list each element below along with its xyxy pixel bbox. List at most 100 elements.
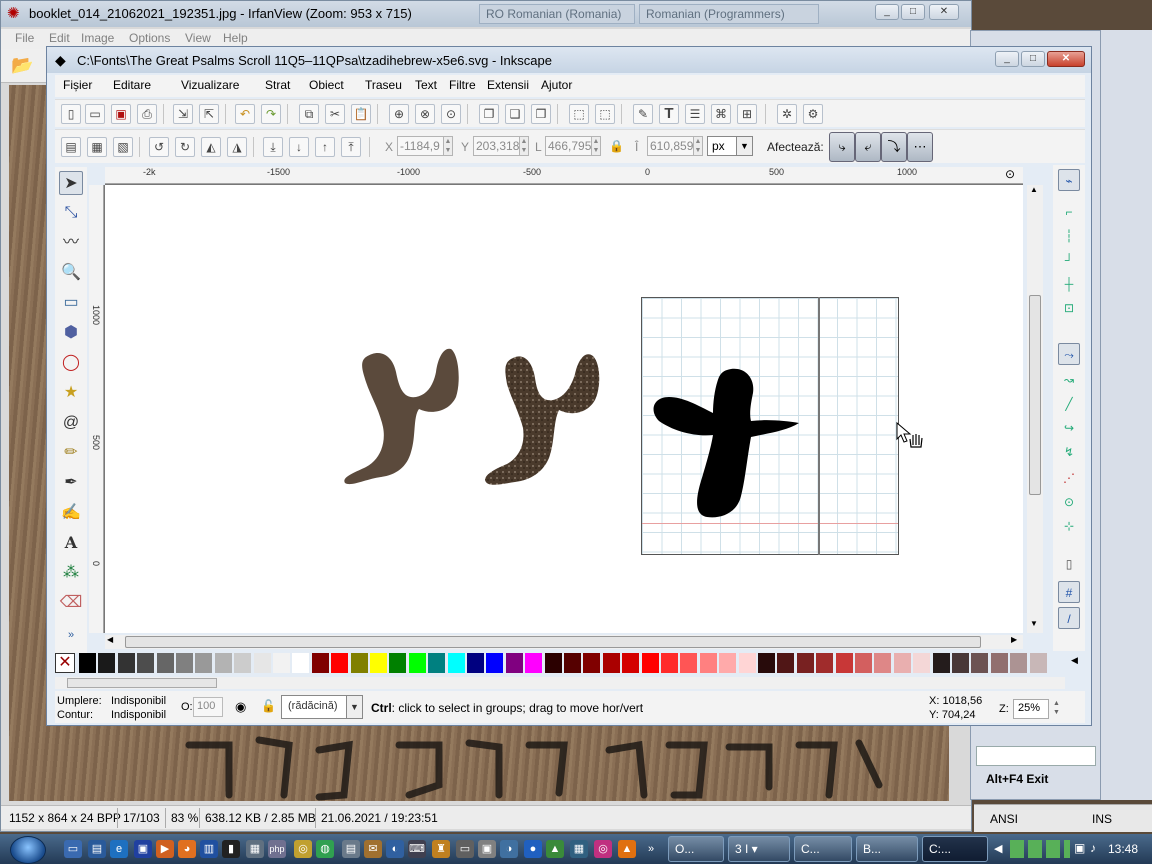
select-all-layers-icon[interactable]: ▦: [87, 137, 107, 157]
text-tool-icon[interactable]: A: [59, 531, 83, 555]
snap-bbox-midpoint-icon[interactable]: ┼: [1058, 273, 1080, 295]
snap-guides-icon[interactable]: /: [1058, 607, 1080, 629]
ungroup-icon[interactable]: ⬚: [595, 104, 615, 124]
print-icon[interactable]: ⎙: [137, 104, 157, 124]
php-icon[interactable]: php: [268, 840, 286, 858]
color-swatch[interactable]: [641, 653, 659, 673]
zoom-page-icon[interactable]: ⊙: [441, 104, 461, 124]
ellipse-tool-icon[interactable]: ◯: [59, 351, 83, 375]
color-swatch[interactable]: [738, 653, 756, 673]
snap-bbox-corner-icon[interactable]: ┘: [1058, 249, 1080, 271]
color-swatch[interactable]: [544, 653, 562, 673]
import-icon[interactable]: ⇲: [173, 104, 193, 124]
color-swatch[interactable]: [758, 653, 775, 673]
language-indicator[interactable]: RO Romanian (Romania): [479, 4, 635, 24]
save-icon[interactable]: ▣: [111, 104, 131, 124]
app-icon[interactable]: ✉: [364, 840, 382, 858]
xml-editor-icon[interactable]: ⌘: [711, 104, 731, 124]
taskbar-button-inkscape[interactable]: C:...: [922, 836, 988, 862]
color-swatch[interactable]: [1010, 653, 1028, 673]
width-input[interactable]: 466,795: [545, 136, 593, 156]
tray-icons[interactable]: [1010, 840, 1070, 858]
app-icon[interactable]: ▥: [200, 840, 218, 858]
app-icon[interactable]: ▦: [570, 840, 588, 858]
cut-icon[interactable]: ✂: [325, 104, 345, 124]
minimize-button[interactable]: _: [875, 4, 899, 20]
tweak-tool-icon[interactable]: 〰: [59, 231, 83, 255]
redo-icon[interactable]: ↷: [261, 104, 281, 124]
undo-icon[interactable]: ↶: [235, 104, 255, 124]
drawing-canvas[interactable]: [105, 185, 1023, 633]
color-swatch[interactable]: [117, 653, 135, 673]
eraser-tool-icon[interactable]: ⌫: [59, 591, 83, 615]
tzadi-glyph-shape[interactable]: [341, 347, 471, 503]
palette-menu-icon[interactable]: ◀: [1071, 655, 1078, 666]
app-icon[interactable]: ♜: [432, 840, 450, 858]
menu-vizualizare[interactable]: Vizualizare: [181, 78, 239, 92]
color-swatch[interactable]: [292, 653, 310, 673]
color-swatch[interactable]: [467, 653, 484, 673]
menu-editare[interactable]: Editare: [113, 78, 151, 92]
snap-line-midpoints-icon[interactable]: ⋰: [1058, 467, 1080, 489]
palette-scrollbar[interactable]: [55, 677, 1065, 689]
snap-nodes-icon[interactable]: ⤳: [1058, 343, 1080, 365]
scroll-right-icon[interactable]: ▶: [1011, 635, 1017, 644]
color-swatch[interactable]: [796, 653, 814, 673]
zoom-drawing-icon[interactable]: ⊗: [415, 104, 435, 124]
tray-expand-icon[interactable]: ◀: [994, 842, 1002, 855]
rectangle-tool-icon[interactable]: ▭: [59, 291, 83, 315]
snap-paths-icon[interactable]: ↝: [1058, 369, 1080, 391]
color-swatch[interactable]: [855, 653, 872, 673]
color-swatch[interactable]: [428, 653, 446, 673]
color-swatch[interactable]: [525, 653, 543, 673]
color-swatch[interactable]: [699, 653, 717, 673]
app-icon[interactable]: ●: [524, 840, 542, 858]
color-swatch[interactable]: [505, 653, 523, 673]
height-spinner[interactable]: ▲ ▼: [693, 136, 703, 156]
background-dropdown[interactable]: [976, 746, 1096, 766]
keyboard-layout-indicator[interactable]: Romanian (Programmers): [639, 4, 819, 24]
inkscape-title-bar[interactable]: ◆ C:\Fonts\The Great Psalms Scroll 11Q5–…: [47, 47, 1091, 73]
layers-icon[interactable]: ☰: [685, 104, 705, 124]
snap-object-centers-icon[interactable]: ⊙: [1058, 491, 1080, 513]
color-swatch[interactable]: [661, 653, 678, 673]
app-icon[interactable]: ◑: [500, 840, 518, 858]
calligraphy-tool-icon[interactable]: ✍: [59, 501, 83, 525]
color-swatch[interactable]: [932, 653, 950, 673]
more-tools-icon[interactable]: »: [59, 623, 83, 647]
color-swatch[interactable]: [952, 653, 969, 673]
raise-to-top-icon[interactable]: ⤒: [341, 137, 361, 157]
snap-bbox-icon[interactable]: ⌐: [1058, 201, 1080, 223]
current-layer-select[interactable]: (rădăcină) ▼: [281, 695, 363, 719]
taskbar-button-notepad[interactable]: C...: [794, 836, 852, 862]
deselect-icon[interactable]: ▧: [113, 137, 133, 157]
show-desktop-icon[interactable]: ▭: [64, 840, 82, 858]
star-tool-icon[interactable]: ★: [59, 381, 83, 405]
menu-ajutor[interactable]: Ajutor: [541, 78, 572, 92]
snap-enable-icon[interactable]: ⌁: [1058, 169, 1080, 191]
color-swatch[interactable]: [273, 653, 290, 673]
menu-help[interactable]: Help: [223, 31, 248, 45]
clone-icon[interactable]: ❑: [505, 104, 525, 124]
taskbar-button[interactable]: O...: [668, 836, 724, 862]
zoom-ruler-icon[interactable]: ⊙: [1005, 167, 1015, 181]
snap-path-intersections-icon[interactable]: ╱: [1058, 393, 1080, 415]
spray-tool-icon[interactable]: ⁂: [59, 561, 83, 585]
snap-bbox-edge-icon[interactable]: ┆: [1058, 225, 1080, 247]
network-icon[interactable]: ▣: [1074, 841, 1085, 855]
scroll-left-icon[interactable]: ◀: [107, 635, 113, 644]
color-swatch[interactable]: [156, 653, 174, 673]
open-icon[interactable]: ▭: [85, 104, 105, 124]
color-swatch[interactable]: [719, 653, 737, 673]
y-input[interactable]: 203,318: [473, 136, 521, 156]
menu-image[interactable]: Image: [81, 31, 114, 45]
color-swatch[interactable]: [331, 653, 349, 673]
color-swatch[interactable]: [583, 653, 601, 673]
app-icon[interactable]: ▣: [478, 840, 496, 858]
color-swatch[interactable]: [350, 653, 368, 673]
scale-corners-toggle-icon[interactable]: ⤶: [855, 132, 881, 162]
maximize-button[interactable]: □: [901, 4, 925, 20]
color-swatch[interactable]: [680, 653, 698, 673]
app-icon[interactable]: ⌨: [408, 840, 426, 858]
new-document-icon[interactable]: ▯: [61, 104, 81, 124]
